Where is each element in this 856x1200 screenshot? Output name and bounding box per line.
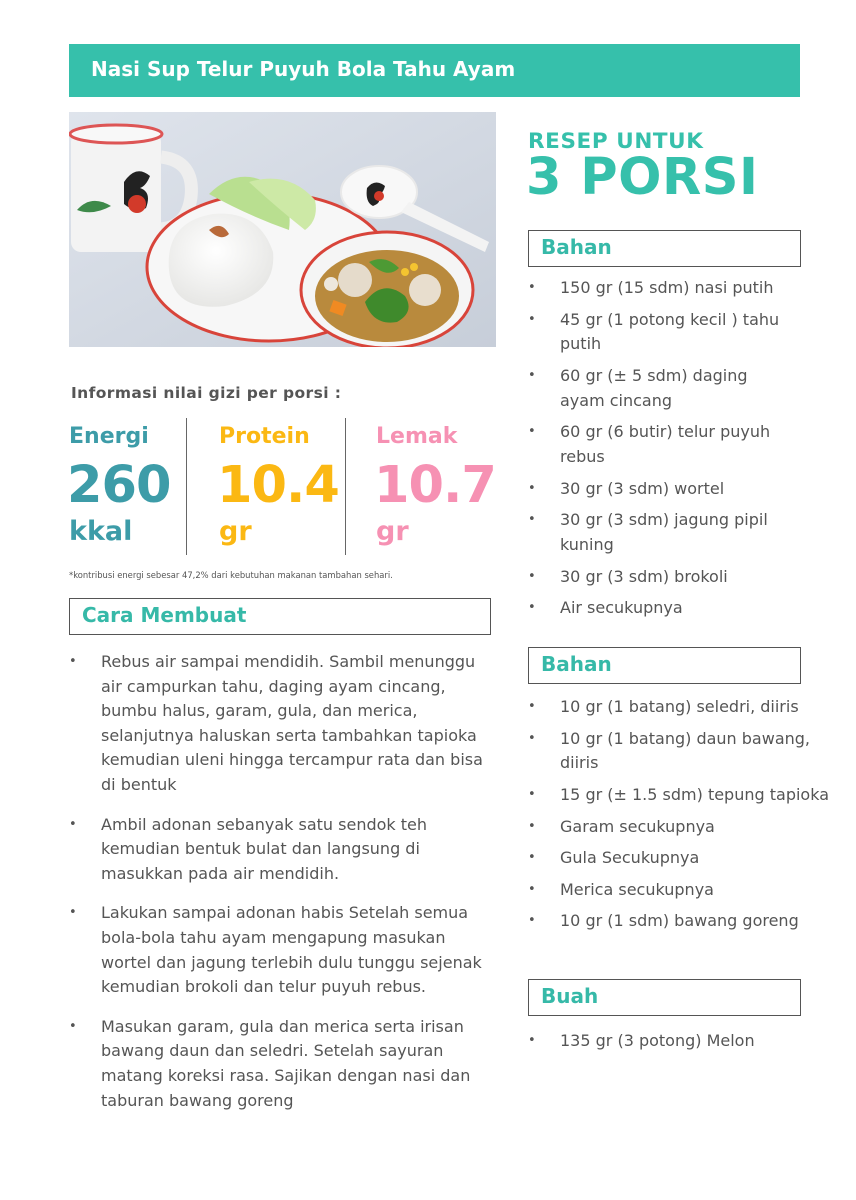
ingredient-text: 30 gr (3 sdm) jagung pipil kuning (560, 510, 768, 555)
bullet: • (528, 1033, 536, 1048)
energy-footnote: *kontribusi energi sebesar 47,2% dari ke… (69, 570, 393, 580)
ingredient-text: 60 gr (6 butir) telur puyuh rebus (560, 422, 771, 467)
ingredient-item: • Air secukupnya (528, 596, 848, 621)
food-photo (69, 112, 496, 347)
ingredient-text: 45 gr (1 potong kecil ) tahu putih (560, 309, 780, 354)
step-text: Ambil adonan sebanyak satu sendok teh ke… (101, 814, 428, 883)
nutrition-value: 260 (67, 456, 171, 515)
bullet: • (528, 480, 536, 496)
ingredient-text: Air secukupnya (560, 598, 683, 618)
steps-heading-box: Cara Membuat (69, 598, 491, 635)
step-text: Rebus air sampai mendidih. Sambil menung… (101, 652, 483, 794)
bullet: • (528, 512, 536, 528)
nutrition-label: Energi (69, 424, 149, 449)
ingredient-item: • 10 gr (1 batang) seledri, diiris (528, 695, 848, 720)
bullet: • (528, 311, 536, 327)
ingredient-item: • 10 gr (1 batang) daun bawang, diiris (528, 727, 848, 777)
ingredient-item: • Merica secukupnya (528, 878, 848, 903)
ingredient-item: • 10 gr (1 sdm) bawang goreng (528, 909, 848, 934)
ingredients-list: • 150 gr (15 sdm) nasi putih • 45 gr (1 pot… (528, 276, 848, 628)
ingredient-text: 30 gr (3 sdm) wortel (560, 478, 725, 498)
nutrition-unit: kkal (69, 516, 133, 547)
nutrition-heading: Informasi nilai gizi per porsi : (71, 384, 342, 402)
bullet: • (528, 850, 536, 866)
ingredients-heading: Bahan (541, 235, 612, 259)
seasoning-heading: Bahan (541, 652, 612, 676)
bullet: • (528, 424, 536, 440)
step-item: • Ambil adonan sebanyak satu sendok teh k… (69, 813, 499, 887)
bullet: • (528, 568, 536, 584)
ingredient-text: Merica secukupnya (560, 879, 714, 899)
fruit-list: • 135 gr (3 potong) Melon (528, 1029, 848, 1061)
step-item: • Rebus air sampai mendidih. Sambil menun… (69, 650, 499, 798)
title-bar: Nasi Sup Telur Puyuh Bola Tahu Ayam (69, 44, 800, 97)
nutrition-unit: gr (376, 516, 409, 547)
ingredient-text: 15 gr (± 1.5 sdm) tepung tapioka (560, 784, 829, 804)
bullet: • (528, 367, 536, 383)
nutrition-value: 10.7 (374, 456, 497, 515)
ingredient-item: • 30 gr (3 sdm) jagung pipil kuning (528, 508, 848, 558)
bullet: • (69, 905, 77, 921)
ingredient-item: • 15 gr (± 1.5 sdm) tepung tapioka (528, 783, 848, 808)
ingredient-text: Garam secukupnya (560, 816, 715, 836)
divider (186, 418, 187, 555)
ingredients-heading-box: Bahan (528, 230, 801, 267)
bullet: • (69, 1018, 77, 1034)
ingredient-item: • Garam secukupnya (528, 815, 848, 840)
seasoning-heading-box: Bahan (528, 647, 801, 684)
nutrition-value: 10.4 (217, 456, 340, 515)
ingredient-item: • 60 gr (6 butir) telur puyuh rebus (528, 420, 848, 470)
bullet: • (528, 280, 536, 295)
ingredient-text: 10 gr (1 sdm) bawang goreng (560, 911, 799, 931)
bullet: • (69, 654, 77, 669)
soup-bowl (299, 230, 475, 347)
bullet: • (528, 600, 536, 616)
bullet: • (528, 699, 536, 714)
ingredient-item: • 60 gr (± 5 sdm) daging ayam cincang (528, 364, 848, 414)
steps-list: • Rebus air sampai mendidih. Sambil menun… (69, 650, 499, 1128)
step-text: Lakukan sampai adonan habis Setelah semu… (101, 903, 482, 997)
fruit-heading: Buah (541, 984, 599, 1008)
ingredient-text: 10 gr (1 batang) daun bawang, diiris (560, 728, 810, 773)
fruit-heading-box: Buah (528, 979, 801, 1016)
ingredient-item: • 30 gr (3 sdm) brokoli (528, 565, 848, 590)
bullet: • (528, 913, 536, 929)
step-item: • Masukan garam, gula dan merica serta ir… (69, 1015, 499, 1113)
ingredient-item: • 45 gr (1 potong kecil ) tahu putih (528, 308, 848, 358)
bullet: • (69, 816, 77, 832)
divider (345, 418, 346, 555)
nutrition-unit: gr (219, 516, 252, 547)
ingredient-text: 150 gr (15 sdm) nasi putih (560, 278, 774, 297)
bullet: • (528, 881, 536, 897)
ingredient-text: 10 gr (1 batang) seledri, diiris (560, 697, 799, 716)
portions-count: 3 PORSI (526, 148, 759, 207)
recipe-title: Nasi Sup Telur Puyuh Bola Tahu Ayam (91, 57, 516, 81)
ingredient-text: 60 gr (± 5 sdm) daging ayam cincang (560, 365, 748, 410)
ingredient-text: Gula Secukupnya (560, 848, 700, 868)
bullet: • (528, 786, 536, 802)
ingredient-item: • Gula Secukupnya (528, 846, 848, 871)
step-item: • Lakukan sampai adonan habis Setelah sem… (69, 901, 499, 999)
ingredient-item: • 150 gr (15 sdm) nasi putih (528, 276, 848, 301)
seasoning-list: • 10 gr (1 batang) seledri, diiris • 10 gr … (528, 695, 848, 941)
bullet: • (528, 730, 536, 746)
ingredient-text: 135 gr (3 potong) Melon (560, 1031, 755, 1050)
step-text: Masukan garam, gula dan merica serta iri… (101, 1016, 471, 1110)
nutrition-label: Protein (219, 424, 310, 449)
steps-heading: Cara Membuat (82, 603, 247, 627)
ingredient-item: • 30 gr (3 sdm) wortel (528, 477, 848, 502)
nutrition-label: Lemak (376, 424, 458, 449)
ingredient-text: 30 gr (3 sdm) brokoli (560, 566, 728, 586)
bullet: • (528, 818, 536, 834)
ingredient-item: • 135 gr (3 potong) Melon (528, 1029, 848, 1054)
